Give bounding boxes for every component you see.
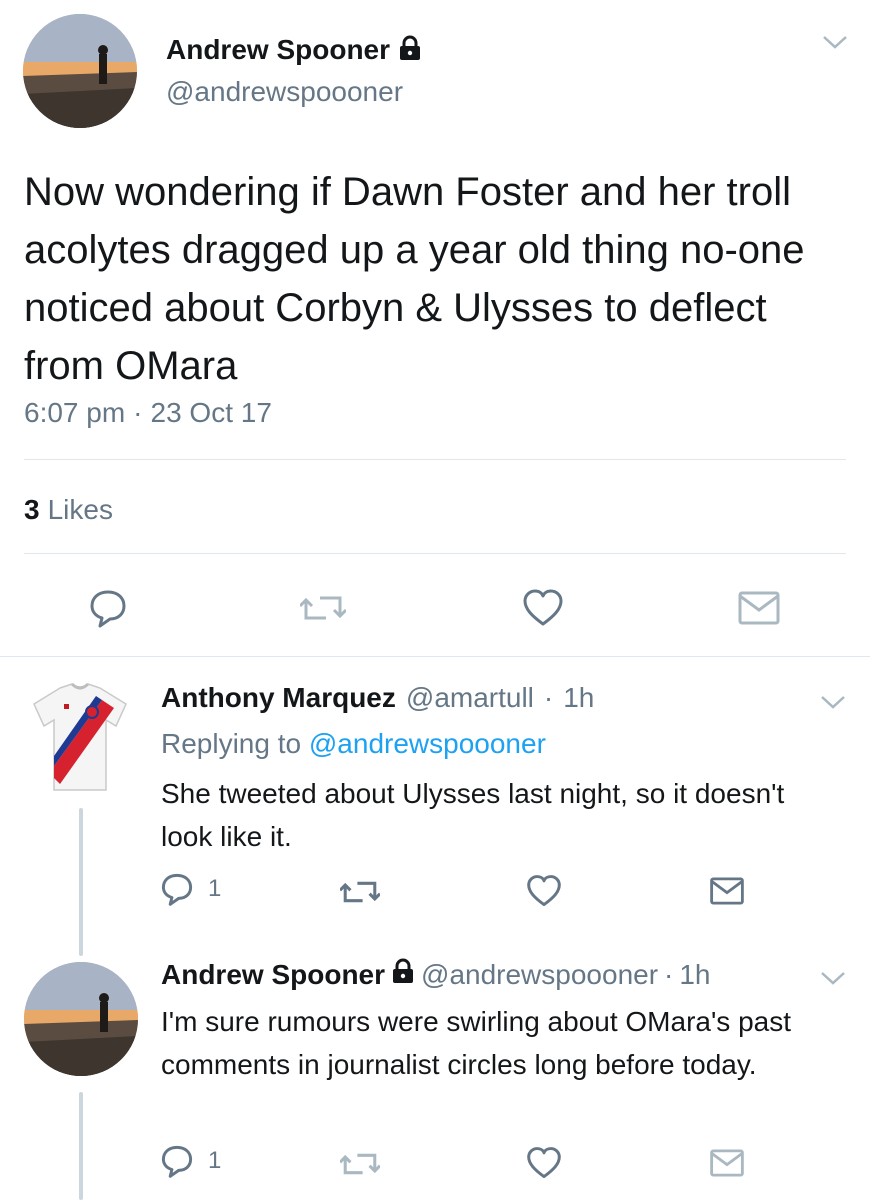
direct-message-icon[interactable] [738,590,780,626]
reply-count: 1 [208,1147,222,1174]
author-name[interactable]: Andrew Spooner [166,34,390,66]
avatar-photo [23,14,137,128]
chevron-down-icon[interactable] [822,34,848,55]
chevron-down-icon[interactable] [820,694,846,715]
avatar[interactable] [30,680,130,796]
tweet-date: 23 Oct 17 [150,397,272,428]
likes-stat[interactable]: 3 Likes [24,494,113,526]
separator-dot: · [664,958,674,990]
divider [0,656,870,657]
divider [24,459,846,460]
author-handle[interactable]: @amartull [406,682,534,714]
replying-to: Replying to @andrewspoooner [161,728,546,760]
tweet-age[interactable]: 1h [679,959,710,991]
separator-dot: · [543,682,554,713]
author-name[interactable]: Andrew Spooner [161,959,385,991]
retweet-icon[interactable] [340,876,380,908]
chevron-down-icon[interactable] [820,970,846,991]
retweet-icon[interactable] [340,1148,380,1180]
reply-action[interactable]: 1 [160,1144,221,1178]
author-name[interactable]: Anthony Marquez [161,682,396,714]
retweet-icon[interactable] [300,590,346,626]
reply-icon[interactable] [88,588,128,628]
avatar[interactable] [24,962,138,1076]
likes-count: 3 [24,494,40,525]
likes-label: Likes [47,494,113,525]
heart-icon[interactable] [526,1146,562,1180]
heart-icon[interactable] [526,874,562,908]
thread-connector [79,808,83,956]
direct-message-icon[interactable] [710,1148,744,1178]
tweet-timestamp[interactable]: 6:07 pm · 23 Oct 17 [24,397,272,429]
reply-action[interactable]: 1 [160,872,221,906]
reply-icon [161,873,193,906]
reply-text: She tweeted about Ulysses last night, so… [161,778,785,852]
direct-message-icon[interactable] [710,876,744,906]
lock-icon [391,958,415,991]
replying-handle-link[interactable]: @andrewspoooner [309,728,546,759]
lock-icon [398,35,422,66]
heart-icon[interactable] [522,588,564,628]
separator-dot: · [133,397,143,428]
avatar-photo [24,962,138,1076]
replying-prefix: Replying to [161,728,302,759]
divider [24,553,846,554]
reply-text: I'm sure rumours were swirling about OMa… [161,1006,792,1080]
author-handle[interactable]: @andrewspoooner [166,76,403,108]
thread-connector [79,1092,83,1200]
reply-icon [161,1145,193,1178]
tweet-time: 6:07 pm [24,397,126,428]
avatar[interactable] [23,14,137,128]
author-handle[interactable]: @andrewspoooner [421,959,658,991]
reply-count: 1 [208,875,222,902]
jersey-avatar-image [33,682,127,791]
tweet-text: Now wondering if Dawn Foster and her tro… [24,170,805,388]
tweet-age[interactable]: 1h [563,682,594,714]
